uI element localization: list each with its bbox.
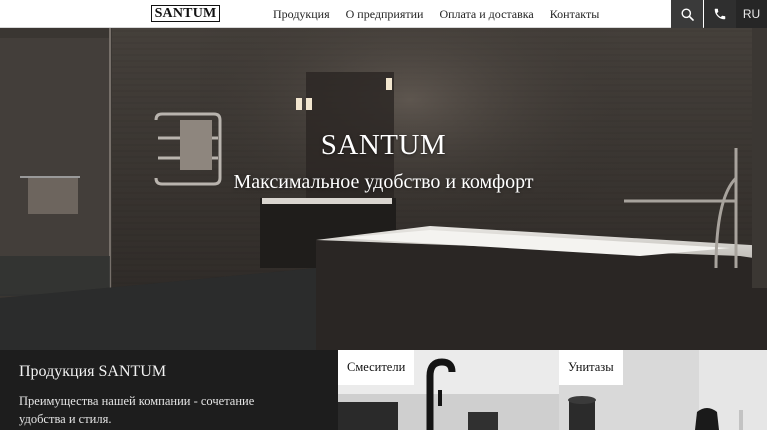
- products-section: Продукция SANTUM Преимущества нашей комп…: [0, 350, 767, 430]
- hero-title: SANTUM: [320, 129, 447, 161]
- main-nav: Продукция О предприятии Оплата и доставк…: [273, 0, 615, 28]
- hero-banner: SANTUM Максимальное удобство и комфорт: [0, 28, 767, 350]
- nav-item-about[interactable]: О предприятии: [346, 7, 424, 22]
- category-label-mixers: Смесители: [338, 350, 415, 385]
- nav-item-payment-delivery[interactable]: Оплата и доставка: [439, 7, 533, 22]
- hero-subtitle: Максимальное удобство и комфорт: [233, 171, 534, 193]
- language-switcher[interactable]: RU: [736, 0, 767, 28]
- search-button[interactable]: [671, 0, 703, 28]
- phone-icon: [714, 8, 726, 20]
- nav-item-products[interactable]: Продукция: [273, 7, 330, 22]
- section-title: Продукция SANTUM: [19, 363, 167, 380]
- logo[interactable]: SANTUM: [151, 5, 220, 22]
- site-header: SANTUM Продукция О предприятии Оплата и …: [0, 0, 767, 28]
- category-label-toilets: Унитазы: [559, 350, 623, 385]
- phone-button[interactable]: [704, 0, 736, 28]
- category-card-mixers[interactable]: Смесители: [338, 350, 559, 430]
- nav-item-contacts[interactable]: Контакты: [550, 7, 600, 22]
- category-card-toilets[interactable]: Унитазы: [559, 350, 767, 430]
- search-icon: [681, 8, 694, 21]
- section-description: Преимущества нашей компании - сочетание …: [19, 394, 255, 426]
